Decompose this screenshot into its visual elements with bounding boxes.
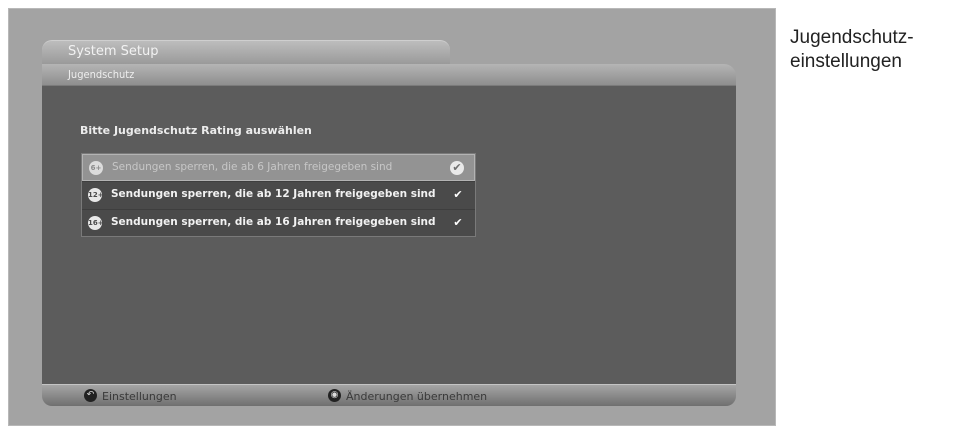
- option-label: Sendungen sperren, die ab 12 Jahren frei…: [111, 188, 436, 200]
- check-icon: ✔: [453, 216, 463, 229]
- footer-bar: ↶ Einstellungen ◉ Änderungen übernehmen: [42, 384, 736, 406]
- option-16plus[interactable]: 16+ Sendungen sperren, die ab 16 Jahren …: [82, 209, 475, 236]
- side-caption: Jugendschutz- einstellungen: [790, 26, 914, 74]
- age-16-icon: 16+: [88, 216, 104, 230]
- option-12plus[interactable]: 12+ Sendungen sperren, die ab 12 Jahren …: [82, 181, 475, 208]
- apply-label[interactable]: Änderungen übernehmen: [346, 390, 487, 403]
- back-arrow-icon[interactable]: ↶: [84, 389, 97, 402]
- section-header-jugendschutz: Jugendschutz: [42, 64, 736, 86]
- side-caption-line2: einstellungen: [790, 51, 902, 72]
- tab-system-setup-label: System Setup: [68, 44, 159, 59]
- option-label: Sendungen sperren, die ab 16 Jahren frei…: [111, 216, 436, 228]
- back-label[interactable]: Einstellungen: [102, 390, 177, 403]
- option-label: Sendungen sperren, die ab 6 Jahren freig…: [112, 161, 393, 173]
- check-icon: ✔: [453, 188, 463, 201]
- rating-prompt: Bitte Jugendschutz Rating auswählen: [80, 124, 312, 137]
- age-12-icon: 12+: [88, 188, 104, 202]
- age-6-icon: 6+: [89, 161, 103, 175]
- ok-button-icon[interactable]: ◉: [328, 389, 341, 402]
- option-6plus[interactable]: 6+ Sendungen sperren, die ab 6 Jahren fr…: [82, 154, 475, 181]
- tab-system-setup[interactable]: System Setup: [42, 40, 450, 64]
- check-icon: ✔: [450, 161, 464, 175]
- section-header-label: Jugendschutz: [68, 68, 135, 81]
- rating-options-list: 6+ Sendungen sperren, die ab 6 Jahren fr…: [81, 153, 476, 237]
- side-caption-line1: Jugendschutz-: [790, 27, 914, 48]
